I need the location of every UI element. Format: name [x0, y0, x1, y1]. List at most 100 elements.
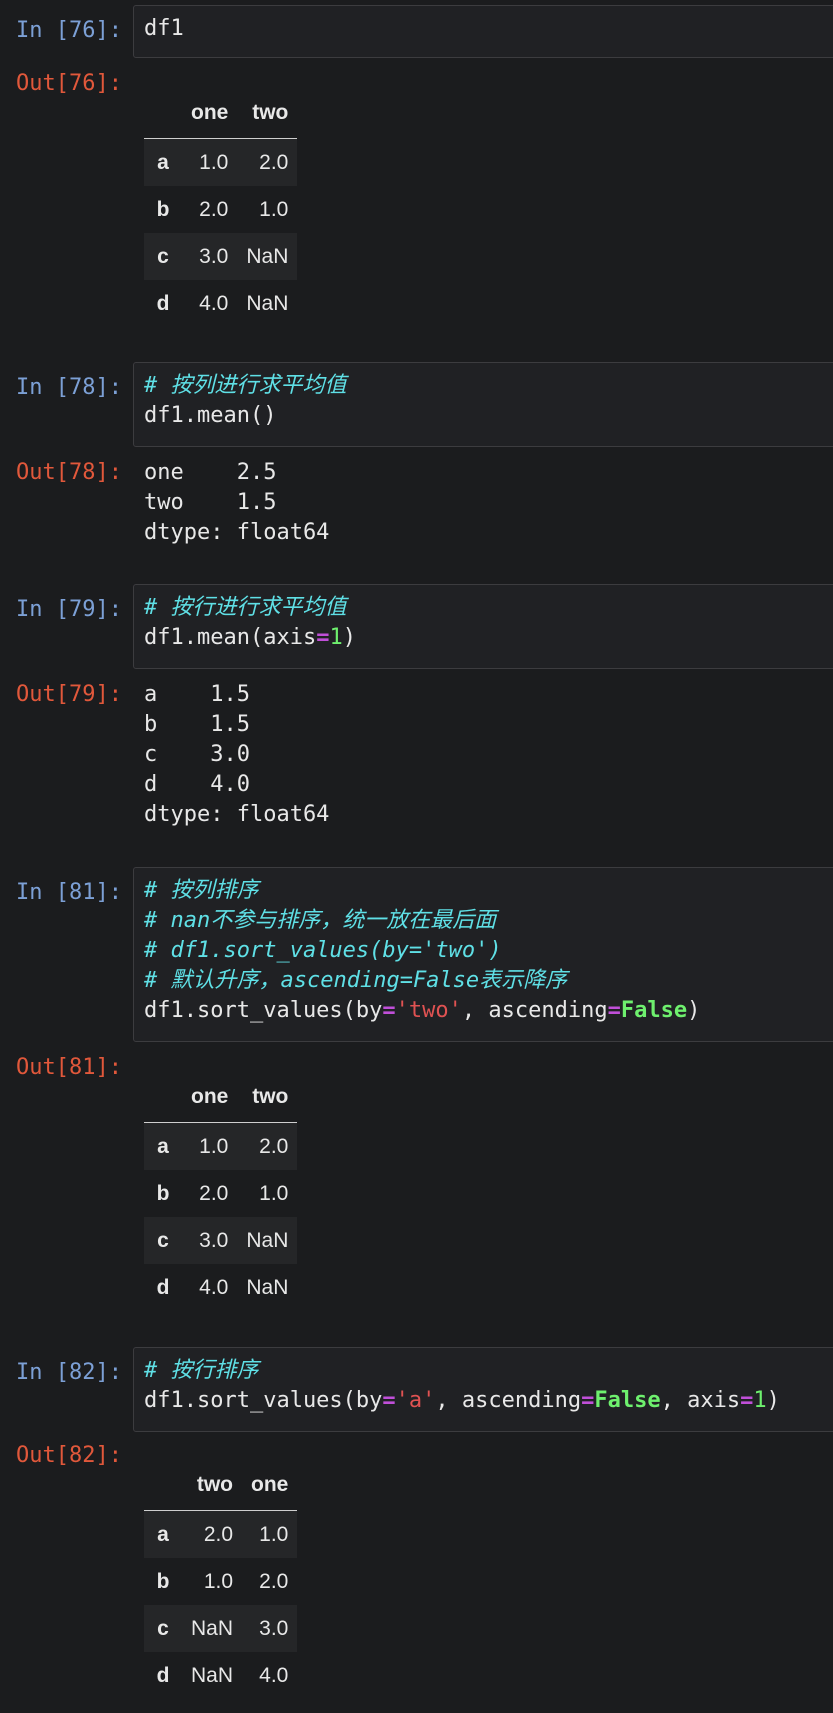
- input-prompt: In [81]:: [16, 880, 122, 905]
- output-prompt: Out[81]:: [16, 1055, 122, 1080]
- code-comment: # 按列排序: [144, 878, 259, 903]
- table-row: c NaN 3.0: [144, 1605, 298, 1652]
- table-cell: NaN: [191, 1616, 234, 1640]
- output-prompt: Out[76]:: [16, 71, 122, 96]
- table-cell: 2.0: [199, 197, 229, 221]
- row-index: d: [156, 291, 170, 315]
- output-line: one 2.5: [144, 460, 277, 485]
- code-comment: # 按行排序: [144, 1358, 259, 1383]
- row-index: d: [156, 1663, 170, 1687]
- table-row: d 4.0 NaN: [144, 280, 297, 327]
- output-line: b 1.5: [144, 712, 250, 737]
- code-input-cell[interactable]: df1: [133, 5, 833, 58]
- column-header: two: [237, 1072, 298, 1123]
- table-row: b 2.0 1.0: [144, 1170, 297, 1217]
- code-comment: # 按列进行求平均值: [144, 373, 347, 398]
- table-cell: NaN: [246, 244, 289, 268]
- output-text: a 1.5 b 1.5 c 3.0 d 4.0 dtype: float64: [144, 680, 329, 830]
- code-comment: # 按行进行求平均值: [144, 595, 347, 620]
- column-header: two: [182, 1460, 243, 1511]
- code-line: df1.sort_values(by='a', ascending=False,…: [144, 1388, 780, 1413]
- output-line: c 3.0: [144, 742, 250, 767]
- code-input-cell[interactable]: # 按列进行求平均值 df1.mean(): [133, 362, 833, 447]
- output-line: dtype: float64: [144, 520, 330, 545]
- column-header: one: [182, 88, 238, 139]
- output-text: one 2.5 two 1.5 dtype: float64: [144, 458, 329, 548]
- table-cell: 4.0: [259, 1663, 289, 1687]
- output-line: d 4.0: [144, 772, 250, 797]
- table-cell: 2.0: [259, 1134, 289, 1158]
- row-index: a: [157, 1522, 169, 1546]
- code-input-cell[interactable]: # 按列排序 # nan不参与排序，统一放在最后面 # df1.sort_val…: [133, 867, 833, 1042]
- row-index: a: [157, 1134, 169, 1158]
- input-prompt: In [76]:: [16, 18, 122, 43]
- table-header-row: two one: [144, 1460, 298, 1511]
- table-row: d NaN 4.0: [144, 1652, 297, 1699]
- column-header: two: [237, 88, 298, 139]
- row-index: b: [156, 1181, 170, 1205]
- row-index: c: [157, 1228, 169, 1252]
- row-index: d: [156, 1275, 170, 1299]
- index-header: [144, 1460, 182, 1511]
- table-cell: 3.0: [199, 1228, 229, 1252]
- code-comment: # nan不参与排序，统一放在最后面: [144, 908, 497, 933]
- output-prompt: Out[82]:: [16, 1443, 122, 1468]
- input-prompt: In [82]:: [16, 1360, 122, 1385]
- row-index: a: [157, 150, 169, 174]
- table-row: a 1.0 2.0: [144, 138, 298, 186]
- table-cell: 1.0: [259, 1181, 289, 1205]
- input-prompt: In [78]:: [16, 375, 122, 400]
- dataframe-table: one two a 1.0 2.0 b 2.0 1.0 c 3.0 NaN d 4.0 NaN: [144, 88, 298, 327]
- table-cell: 2.0: [259, 150, 289, 174]
- row-index: c: [157, 1616, 169, 1640]
- output-prompt: Out[78]:: [16, 460, 122, 485]
- code-line: df1.sort_values(by='two', ascending=Fals…: [144, 998, 701, 1023]
- table-cell: 1.0: [203, 1569, 234, 1593]
- table-cell: NaN: [246, 291, 289, 315]
- output-line: dtype: float64: [144, 802, 330, 827]
- row-index: b: [156, 197, 170, 221]
- table-cell: 3.0: [259, 1616, 289, 1640]
- table-row: a 1.0 2.0: [144, 1122, 298, 1170]
- dataframe-table: two one a 2.0 1.0 b 1.0 2.0 c NaN 3.0 d NaN 4.0: [144, 1460, 298, 1699]
- table-cell: 1.0: [259, 1522, 289, 1546]
- table-row: b 1.0 2.0: [144, 1558, 297, 1605]
- table-cell: NaN: [191, 1663, 234, 1687]
- table-row: b 2.0 1.0: [144, 186, 297, 233]
- table-header-row: one two: [144, 1072, 298, 1123]
- code-comment: # 默认升序，ascending=False表示降序: [144, 968, 568, 993]
- code-input-cell[interactable]: # 按行进行求平均值 df1.mean(axis=1): [133, 584, 833, 669]
- row-index: c: [157, 244, 169, 268]
- table-cell: 1.0: [259, 197, 289, 221]
- table-row: a 2.0 1.0: [144, 1510, 298, 1558]
- output-prompt: Out[79]:: [16, 682, 122, 707]
- table-cell: 2.0: [203, 1522, 234, 1546]
- table-cell: 4.0: [199, 1275, 229, 1299]
- index-header: [144, 88, 182, 139]
- table-row: c 3.0 NaN: [144, 233, 298, 280]
- table-header-row: one two: [144, 88, 298, 139]
- code-line: df1: [144, 16, 184, 41]
- table-cell: 3.0: [199, 244, 229, 268]
- table-cell: 1.0: [199, 150, 229, 174]
- index-header: [144, 1072, 182, 1123]
- table-row: d 4.0 NaN: [144, 1264, 297, 1311]
- table-cell: 2.0: [259, 1569, 289, 1593]
- code-comment: # df1.sort_values(by='two'): [144, 938, 502, 963]
- table-cell: NaN: [246, 1228, 289, 1252]
- code-line: df1.mean(axis=1): [144, 625, 356, 650]
- code-input-cell[interactable]: # 按行排序 df1.sort_values(by='a', ascending…: [133, 1347, 833, 1432]
- output-line: two 1.5: [144, 490, 277, 515]
- row-index: b: [156, 1569, 170, 1593]
- code-line: df1.mean(): [144, 403, 277, 428]
- column-header: one: [242, 1460, 298, 1511]
- table-row: c 3.0 NaN: [144, 1217, 298, 1264]
- table-cell: 2.0: [199, 1181, 229, 1205]
- dataframe-table: one two a 1.0 2.0 b 2.0 1.0 c 3.0 NaN d 4.0 NaN: [144, 1072, 298, 1311]
- column-header: one: [182, 1072, 238, 1123]
- output-line: a 1.5: [144, 682, 250, 707]
- table-cell: NaN: [246, 1275, 289, 1299]
- table-cell: 4.0: [199, 291, 229, 315]
- input-prompt: In [79]:: [16, 597, 122, 622]
- table-cell: 1.0: [199, 1134, 229, 1158]
